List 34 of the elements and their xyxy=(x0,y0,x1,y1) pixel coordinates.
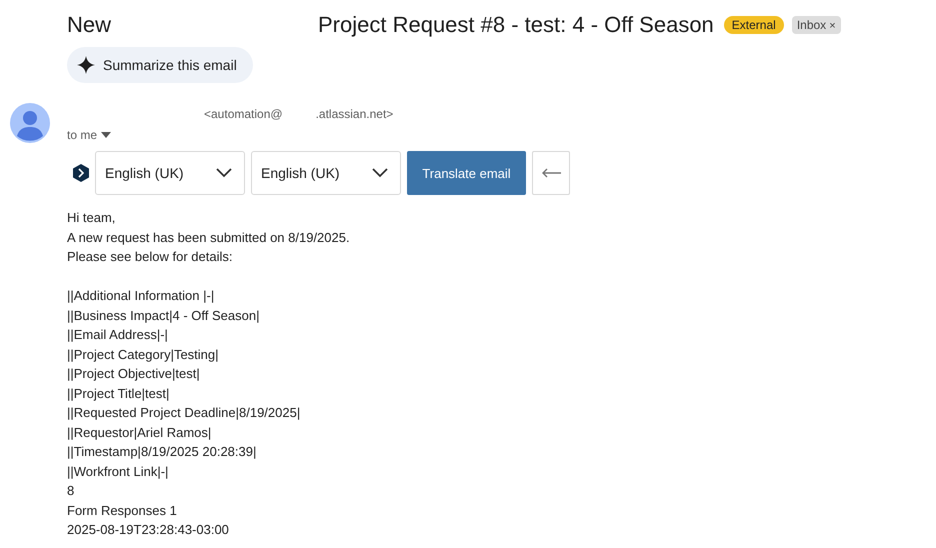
field-line: ||Timestamp|8/19/2025 20:28:39| xyxy=(67,443,258,461)
body-line: Form Responses 1 xyxy=(67,502,178,520)
sender-address: <automation@ xyxy=(204,107,283,121)
recipient-text[interactable]: to me xyxy=(67,128,98,142)
target-language-select[interactable]: English (UK) xyxy=(251,151,401,195)
field-line: ||Project Objective|test| xyxy=(67,365,201,383)
body-line: Hi team, xyxy=(67,209,116,227)
source-language-select[interactable]: English (UK) xyxy=(95,151,245,195)
field-line: ||Additional Information |-| xyxy=(67,287,216,305)
avatar-icon xyxy=(10,103,50,143)
field-line: ||Project Category|Testing| xyxy=(67,346,220,364)
email-subject: Project Request #8 - test: 4 - Off Season xyxy=(318,12,714,38)
field-line: ||Project Title|test| xyxy=(67,384,170,403)
body-line: Please see below for details: xyxy=(67,248,234,266)
body-line: 2025-08-19T23:28:43-03:00 xyxy=(67,521,230,539)
external-label: External xyxy=(724,16,784,34)
hexagon-logo-icon xyxy=(73,164,89,182)
field-line: ||Requestor|Ariel Ramos| xyxy=(67,424,212,442)
field-line: ||Email Address|-| xyxy=(67,326,169,344)
summarize-button[interactable]: Summarize this email xyxy=(67,47,253,83)
folder-title: New xyxy=(67,12,112,38)
sparkle-icon xyxy=(77,56,95,74)
field-line: ||Requested Project Deadline|8/19/2025| xyxy=(67,404,302,422)
body-line: 8 xyxy=(67,482,76,500)
field-line: ||Workfront Link|-| xyxy=(67,462,170,481)
chevron-down-icon xyxy=(216,168,232,178)
chevron-down-icon xyxy=(372,168,388,178)
translate-button[interactable]: Translate email xyxy=(407,151,526,195)
arrow-left-icon xyxy=(541,168,561,178)
field-line: ||Business Impact|4 - Off Season| xyxy=(67,306,260,325)
body-line: A new request has been submitted on 8/19/2025. xyxy=(67,228,351,247)
inbox-label[interactable]: Inbox × xyxy=(792,16,841,34)
sender-domain: .atlassian.net> xyxy=(316,107,394,121)
dropdown-icon[interactable] xyxy=(101,132,112,138)
